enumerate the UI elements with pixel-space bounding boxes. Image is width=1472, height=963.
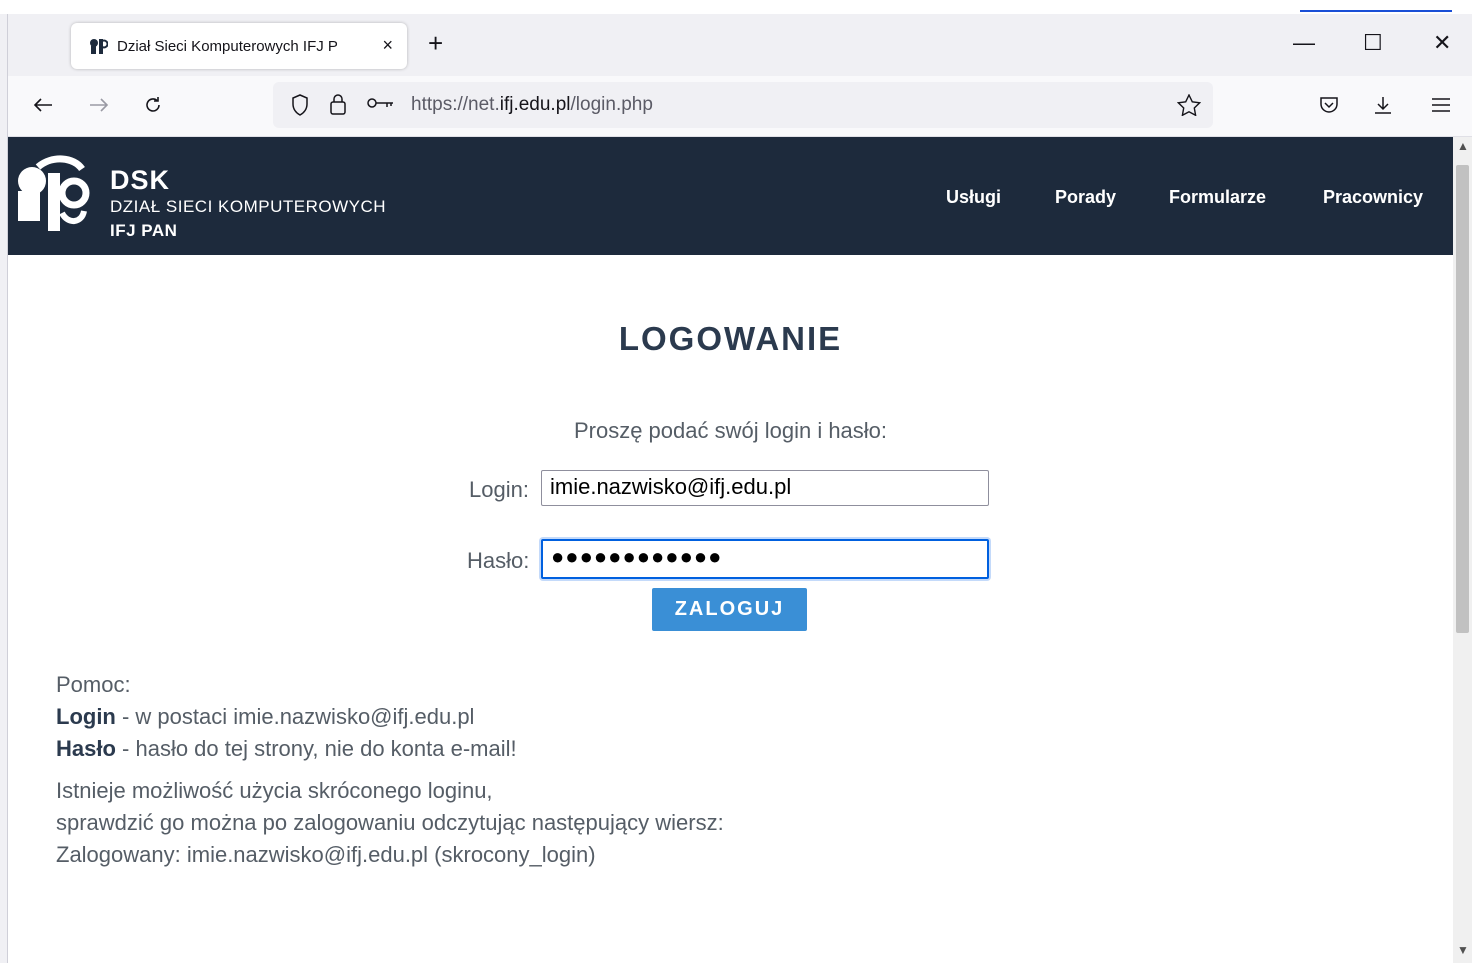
nav-link-porady[interactable]: Porady	[1055, 187, 1116, 208]
site-header: DSK DZIAŁ SIECI KOMPUTEROWYCH IFJ PAN Us…	[8, 137, 1453, 255]
nav-link-uslugi[interactable]: Usługi	[946, 187, 1001, 208]
tab-bar: Dział Sieci Komputerowych IFJ P × + — ☐ …	[8, 14, 1472, 76]
main-content: LOGOWANIE Proszę podać swój login i hasł…	[8, 255, 1453, 963]
nav-link-formularze[interactable]: Formularze	[1169, 187, 1266, 208]
help-login-line: Login - w postaci imie.nazwisko@ifj.edu.…	[56, 701, 724, 733]
login-input[interactable]: imie.nazwisko@ifj.edu.pl	[541, 470, 989, 506]
downloads-button[interactable]	[1368, 90, 1398, 120]
browser-tab[interactable]: Dział Sieci Komputerowych IFJ P ×	[71, 23, 407, 69]
ifj-logo[interactable]	[12, 153, 92, 238]
forward-arrow-icon	[90, 98, 109, 112]
ifj-logo-icon	[18, 155, 90, 231]
help-password-term: Hasło	[56, 736, 116, 761]
site-favicon-icon	[87, 35, 109, 57]
password-label: Hasło:	[467, 548, 530, 573]
address-bar[interactable]: https://net.ifj.edu.pl/login.php	[273, 82, 1213, 128]
help-note-line3: Zalogowany: imie.nazwisko@ifj.edu.pl (sk…	[56, 842, 596, 867]
brand-institution: IFJ PAN	[110, 221, 178, 240]
key-icon[interactable]	[367, 96, 395, 110]
url-text[interactable]: https://net.ifj.edu.pl/login.php	[411, 94, 653, 116]
lock-icon[interactable]	[329, 93, 347, 115]
help-login-desc: - w postaci imie.nazwisko@ifj.edu.pl	[115, 704, 475, 729]
url-path: /login.php	[570, 94, 653, 115]
pocket-button[interactable]	[1314, 90, 1344, 120]
top-strip	[0, 0, 1472, 14]
pocket-icon	[1320, 97, 1338, 113]
navigation-toolbar: https://net.ifj.edu.pl/login.php	[8, 76, 1472, 137]
tab-title: Dział Sieci Komputerowych IFJ P	[117, 37, 338, 55]
brand-title: DSK	[110, 165, 171, 195]
back-button[interactable]	[28, 90, 58, 120]
help-note-line2: sprawdzić go można po zalogowaniu odczyt…	[56, 810, 724, 835]
scrollbar-thumb[interactable]	[1456, 165, 1469, 633]
page-scrollbar[interactable]: ▲ ▼	[1453, 137, 1472, 963]
maximize-button[interactable]: ☐	[1363, 28, 1383, 58]
help-section: Pomoc: Login - w postaci imie.nazwisko@i…	[56, 669, 724, 871]
menu-button[interactable]	[1426, 90, 1456, 120]
new-tab-button[interactable]: +	[428, 28, 443, 58]
minimize-button[interactable]: —	[1293, 28, 1315, 58]
scroll-down-icon[interactable]: ▼	[1457, 943, 1469, 957]
reload-button[interactable]	[138, 90, 168, 120]
tab-close-icon[interactable]: ×	[382, 35, 393, 56]
hamburger-menu-icon	[1432, 98, 1450, 112]
login-submit-button[interactable]: ZALOGUJ	[652, 588, 807, 631]
window-left-edge	[0, 14, 8, 963]
help-password-desc: - hasło do tej strony, nie do konta e-ma…	[115, 736, 517, 761]
page-title: LOGOWANIE	[618, 320, 843, 357]
bookmark-star-icon[interactable]	[1177, 94, 1201, 116]
nav-link-pracownicy[interactable]: Pracownicy	[1323, 187, 1423, 208]
reload-icon	[146, 97, 160, 112]
login-prompt: Proszę podać swój login i hasło:	[573, 418, 888, 443]
forward-button[interactable]	[84, 90, 114, 120]
help-login-term: Login	[56, 704, 116, 729]
close-window-button[interactable]: ✕	[1433, 28, 1451, 58]
top-link-underline	[1300, 10, 1452, 12]
url-prefix: https://net.	[411, 94, 500, 115]
tracking-shield-icon[interactable]	[291, 94, 309, 116]
back-arrow-icon	[33, 98, 52, 112]
help-password-line: Hasło - hasło do tej strony, nie do kont…	[56, 733, 724, 765]
brand-subtitle: DZIAŁ SIECI KOMPUTEROWYCH	[110, 197, 387, 216]
download-icon	[1375, 97, 1391, 114]
scroll-up-icon[interactable]: ▲	[1457, 139, 1469, 153]
login-label: Login:	[469, 477, 529, 502]
help-note-line1: Istnieje możliwość użycia skróconego log…	[56, 778, 493, 803]
password-input[interactable]: ●●●●●●●●●●●●	[541, 539, 989, 579]
help-title: Pomoc:	[56, 672, 131, 697]
url-domain: ifj.edu.pl	[499, 94, 571, 115]
